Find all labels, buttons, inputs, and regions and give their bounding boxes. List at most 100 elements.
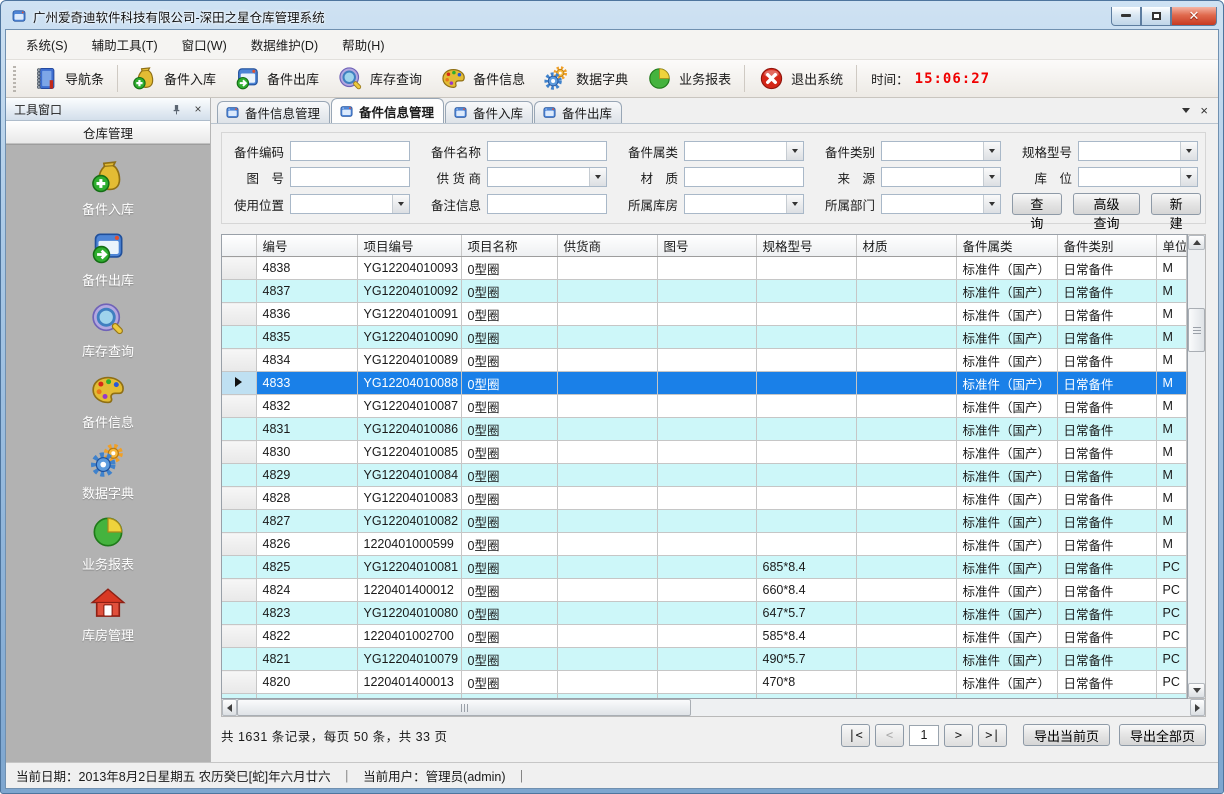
scroll-down-button[interactable] [1188, 683, 1205, 698]
table-row[interactable]: 482212204010027000型圈585*8.4标准件（国产）日常备件PC [222, 625, 1187, 648]
row-selector-cell[interactable] [222, 326, 256, 349]
column-header[interactable]: 单位 [1156, 235, 1187, 257]
material-input[interactable] [684, 167, 804, 187]
toolbar-button-parts-inbound[interactable]: 备件入库 [122, 62, 225, 95]
vertical-scroll-track[interactable] [1188, 250, 1205, 683]
use-position-select[interactable] [290, 194, 410, 214]
table-row[interactable]: 4829YG122040100840型圈标准件（国产）日常备件M [222, 464, 1187, 487]
row-selector-cell[interactable] [222, 671, 256, 694]
row-selector-cell[interactable] [222, 303, 256, 326]
table-row[interactable]: 4836YG122040100910型圈标准件（国产）日常备件M [222, 303, 1187, 326]
menu-item[interactable]: 窗口(W) [170, 30, 239, 59]
table-row[interactable]: 4828YG122040100830型圈标准件（国产）日常备件M [222, 487, 1187, 510]
table-row[interactable]: 482012204014000130型圈470*8标准件（国产）日常备件PC [222, 671, 1187, 694]
new-button[interactable]: 新建 [1151, 193, 1201, 215]
sidebar-group-header[interactable]: 仓库管理 [6, 121, 210, 144]
horizontal-scroll-thumb[interactable] [237, 699, 691, 716]
toolbar-button-inventory-query[interactable]: 库存查询 [328, 62, 431, 95]
table-row[interactable]: 4825YG122040100810型圈685*8.4标准件（国产）日常备件PC [222, 556, 1187, 579]
column-header[interactable]: 材质 [856, 235, 956, 257]
menu-item[interactable]: 辅助工具(T) [80, 30, 170, 59]
sidebar-item-parts-info[interactable]: 备件信息 [82, 371, 134, 431]
row-selector-cell[interactable] [222, 349, 256, 372]
part-code-input[interactable] [290, 141, 410, 161]
column-header[interactable]: 备件类别 [1057, 235, 1156, 257]
chevron-down-icon[interactable] [786, 142, 803, 160]
sidebar-item-data-dictionary[interactable]: 数据字典 [82, 442, 134, 502]
table-row[interactable]: 4837YG122040100920型圈标准件（国产）日常备件M [222, 280, 1187, 303]
toolbar-button-exit-system[interactable]: 退出系统 [749, 62, 852, 95]
remark-input[interactable] [487, 194, 607, 214]
chevron-down-icon[interactable] [786, 195, 803, 213]
table-row[interactable]: 4827YG122040100820型圈标准件（国产）日常备件M [222, 510, 1187, 533]
row-selector-cell[interactable] [222, 510, 256, 533]
chevron-down-icon[interactable] [983, 142, 1000, 160]
row-selector-cell[interactable] [222, 648, 256, 671]
part-category-select[interactable] [881, 141, 1001, 161]
table-row[interactable]: 482612204010005990型圈标准件（国产）日常备件M [222, 533, 1187, 556]
toolbar-button-navbar[interactable]: 导航条 [23, 62, 113, 95]
export-all-pages-button[interactable]: 导出全部页 [1119, 724, 1206, 746]
sidebar-item-business-report[interactable]: 业务报表 [82, 513, 134, 573]
row-selector-cell[interactable] [222, 464, 256, 487]
spec-model-select[interactable] [1078, 141, 1198, 161]
toolbar-grip[interactable] [13, 66, 18, 92]
vertical-scrollbar[interactable] [1188, 234, 1206, 699]
sidebar-item-warehouse-mgmt[interactable]: 库房管理 [82, 584, 134, 644]
table-row[interactable]: 4834YG122040100890型圈标准件（国产）日常备件M [222, 349, 1187, 372]
next-page-button[interactable]: > [944, 724, 973, 747]
sidebar-item-parts-outbound[interactable]: 备件出库 [82, 229, 134, 289]
row-selector-cell[interactable] [222, 625, 256, 648]
column-header[interactable]: 规格型号 [756, 235, 856, 257]
menu-item[interactable]: 帮助(H) [330, 30, 396, 59]
column-header[interactable]: 项目编号 [357, 235, 461, 257]
table-row[interactable]: 4835YG122040100900型圈标准件（国产）日常备件M [222, 326, 1187, 349]
menu-item[interactable]: 数据维护(D) [239, 30, 330, 59]
tab-3[interactable]: 备件出库 [534, 101, 622, 123]
column-header[interactable]: 项目名称 [461, 235, 557, 257]
column-header[interactable]: 编号 [256, 235, 357, 257]
column-header[interactable]: 图号 [657, 235, 756, 257]
maximize-button[interactable] [1141, 7, 1171, 26]
tab-2[interactable]: 备件入库 [445, 101, 533, 123]
close-button[interactable]: ✕ [1171, 7, 1217, 26]
scroll-left-button[interactable] [222, 699, 237, 716]
row-selector-cell[interactable] [222, 487, 256, 510]
part-name-input[interactable] [487, 141, 607, 161]
row-selector-cell[interactable] [222, 257, 256, 280]
menu-item[interactable]: 系统(S) [14, 30, 80, 59]
table-row[interactable]: 4830YG122040100850型圈标准件（国产）日常备件M [222, 441, 1187, 464]
row-selector-cell[interactable] [222, 579, 256, 602]
column-header[interactable]: 备件属类 [956, 235, 1057, 257]
table-row[interactable]: 482412204014000120型圈660*8.4标准件（国产）日常备件PC [222, 579, 1187, 602]
scroll-right-button[interactable] [1190, 699, 1205, 716]
sidebar-close-button[interactable]: × [190, 101, 206, 117]
row-selector-cell[interactable] [222, 533, 256, 556]
prev-page-button[interactable]: < [875, 724, 904, 747]
table-row[interactable]: 4823YG122040100800型圈647*5.7标准件（国产）日常备件PC [222, 602, 1187, 625]
source-select[interactable] [881, 167, 1001, 187]
title-bar[interactable]: 广州爱奇迪软件科技有限公司-深田之星仓库管理系统 ✕ [1, 1, 1223, 29]
table-row[interactable]: 4833YG122040100880型圈标准件（国产）日常备件M [222, 372, 1187, 395]
chevron-down-icon[interactable] [1180, 168, 1197, 186]
query-button[interactable]: 查询 [1012, 193, 1062, 215]
chevron-down-icon[interactable] [983, 195, 1000, 213]
row-selector-cell[interactable] [222, 441, 256, 464]
supplier-select[interactable] [487, 167, 607, 187]
minimize-button[interactable] [1111, 7, 1141, 26]
row-selector-cell[interactable] [222, 418, 256, 441]
part-attr-select[interactable] [684, 141, 804, 161]
row-selector-cell[interactable] [222, 395, 256, 418]
chevron-down-icon[interactable] [1180, 142, 1197, 160]
tab-list-dropdown-icon[interactable] [1182, 108, 1190, 113]
department-select[interactable] [881, 194, 1001, 214]
export-current-page-button[interactable]: 导出当前页 [1023, 724, 1110, 746]
column-header[interactable]: 供货商 [557, 235, 657, 257]
scroll-up-button[interactable] [1188, 235, 1205, 250]
chevron-down-icon[interactable] [983, 168, 1000, 186]
tab-0[interactable]: 备件信息管理 [217, 101, 330, 123]
page-number-box[interactable]: 1 [909, 725, 939, 746]
row-selector-cell[interactable] [222, 556, 256, 579]
row-selector-cell[interactable] [222, 280, 256, 303]
tab-close-icon[interactable]: × [1200, 104, 1208, 117]
